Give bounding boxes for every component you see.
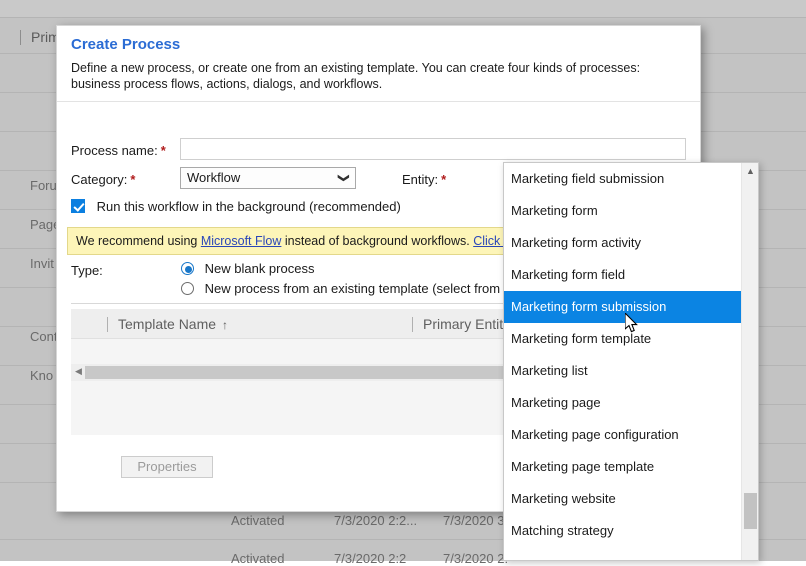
- microsoft-flow-link[interactable]: Microsoft Flow: [201, 234, 282, 248]
- entity-dropdown-item[interactable]: Marketing list: [504, 355, 743, 387]
- run-in-background-checkbox-row[interactable]: Run this workflow in the background (rec…: [71, 199, 401, 214]
- background-row-label: Foru: [30, 178, 57, 193]
- radio-selected-icon[interactable]: [181, 262, 194, 275]
- entity-label-text: Entity:: [402, 172, 439, 187]
- background-date-cell: 7/3/2020 2:2: [334, 551, 407, 566]
- entity-dropdown-items: Marketing field submission Marketing form…: [504, 163, 743, 547]
- category-label: Category: *: [71, 172, 135, 187]
- column-separator-icon: [107, 317, 108, 332]
- background-row-label: Kno: [30, 368, 54, 383]
- type-option-from-template[interactable]: New process from an existing template (s…: [181, 281, 528, 296]
- properties-button[interactable]: Properties: [121, 456, 213, 478]
- scroll-up-arrow-icon[interactable]: ▲: [742, 163, 758, 180]
- background-date-cell: 7/3/2020 3:: [443, 513, 509, 528]
- type-label: Type:: [71, 263, 103, 278]
- grid-column-template-name[interactable]: Template Name ↑: [107, 316, 228, 332]
- entity-dropdown-item[interactable]: Marketing form template: [504, 323, 743, 355]
- category-select[interactable]: Workflow ❯: [180, 167, 356, 189]
- dialog-description: Define a new process, or create one from…: [71, 61, 641, 91]
- entity-label: Entity: *: [402, 172, 446, 187]
- background-status-cell: Activated: [231, 513, 285, 528]
- required-asterisk: *: [441, 172, 447, 187]
- background-date-cell: 7/3/2020 2:: [443, 551, 509, 566]
- category-select-value: Workflow: [187, 170, 241, 185]
- type-option-new-blank[interactable]: New blank process: [181, 261, 314, 276]
- required-asterisk: *: [160, 143, 166, 158]
- background-row-label: Cont: [30, 329, 58, 344]
- entity-dropdown-item[interactable]: Marketing form: [504, 195, 743, 227]
- scroll-left-arrow-icon[interactable]: ◀: [75, 366, 82, 377]
- required-asterisk: *: [130, 172, 136, 187]
- background-date-cell: 7/3/2020 2:2...: [334, 513, 418, 528]
- radio-unselected-icon[interactable]: [181, 282, 194, 295]
- grid-column-label: Primary Entity: [423, 316, 511, 332]
- column-separator-icon: [412, 317, 413, 332]
- background-column-header-primary-entity: Prim: [20, 29, 60, 45]
- background-status-cell: Activated: [231, 551, 285, 566]
- column-separator-icon: [20, 30, 21, 45]
- entity-dropdown-item[interactable]: Marketing form field: [504, 259, 743, 291]
- notification-text-middle: instead of background workflows.: [281, 234, 474, 248]
- category-label-text: Category:: [71, 172, 128, 187]
- vertical-scroll-thumb[interactable]: [744, 493, 757, 529]
- entity-dropdown-item[interactable]: Marketing page configuration: [504, 419, 743, 451]
- entity-dropdown-item[interactable]: Matching strategy: [504, 515, 743, 547]
- sort-ascending-icon: ↑: [222, 318, 229, 332]
- grid-column-primary-entity[interactable]: Primary Entity: [412, 316, 510, 332]
- process-name-label: Process name: *: [71, 143, 166, 158]
- background-row-label: Invit: [30, 256, 54, 271]
- run-in-background-label: Run this workflow in the background (rec…: [96, 199, 401, 214]
- entity-dropdown-item[interactable]: Marketing form submission: [504, 291, 743, 323]
- checkbox-checked-icon[interactable]: [71, 199, 85, 213]
- entity-dropdown-item[interactable]: Marketing website: [504, 483, 743, 515]
- grid-column-label: Template Name: [118, 316, 217, 332]
- type-option-label: New process from an existing template (s…: [204, 281, 528, 296]
- entity-dropdown-item[interactable]: Marketing page: [504, 387, 743, 419]
- background-top-strip: [0, 0, 806, 18]
- notification-text-before: We recommend using: [76, 234, 201, 248]
- chevron-down-icon: ❯: [337, 173, 350, 183]
- entity-dropdown-item[interactable]: Marketing form activity: [504, 227, 743, 259]
- horizontal-scroll-thumb[interactable]: [85, 366, 535, 379]
- entity-dropdown-list[interactable]: Marketing field submission Marketing form…: [503, 162, 759, 561]
- page-title: Create Process: [71, 36, 181, 53]
- entity-dropdown-item[interactable]: Marketing page template: [504, 451, 743, 483]
- type-option-label: New blank process: [204, 261, 315, 276]
- entity-dropdown-item[interactable]: Marketing field submission: [504, 163, 743, 195]
- dialog-header: Create Process Define a new process, or …: [57, 26, 700, 102]
- entity-dropdown-scrollbar[interactable]: ▲: [741, 163, 758, 560]
- process-name-input[interactable]: [180, 138, 686, 160]
- process-name-label-text: Process name:: [71, 143, 158, 158]
